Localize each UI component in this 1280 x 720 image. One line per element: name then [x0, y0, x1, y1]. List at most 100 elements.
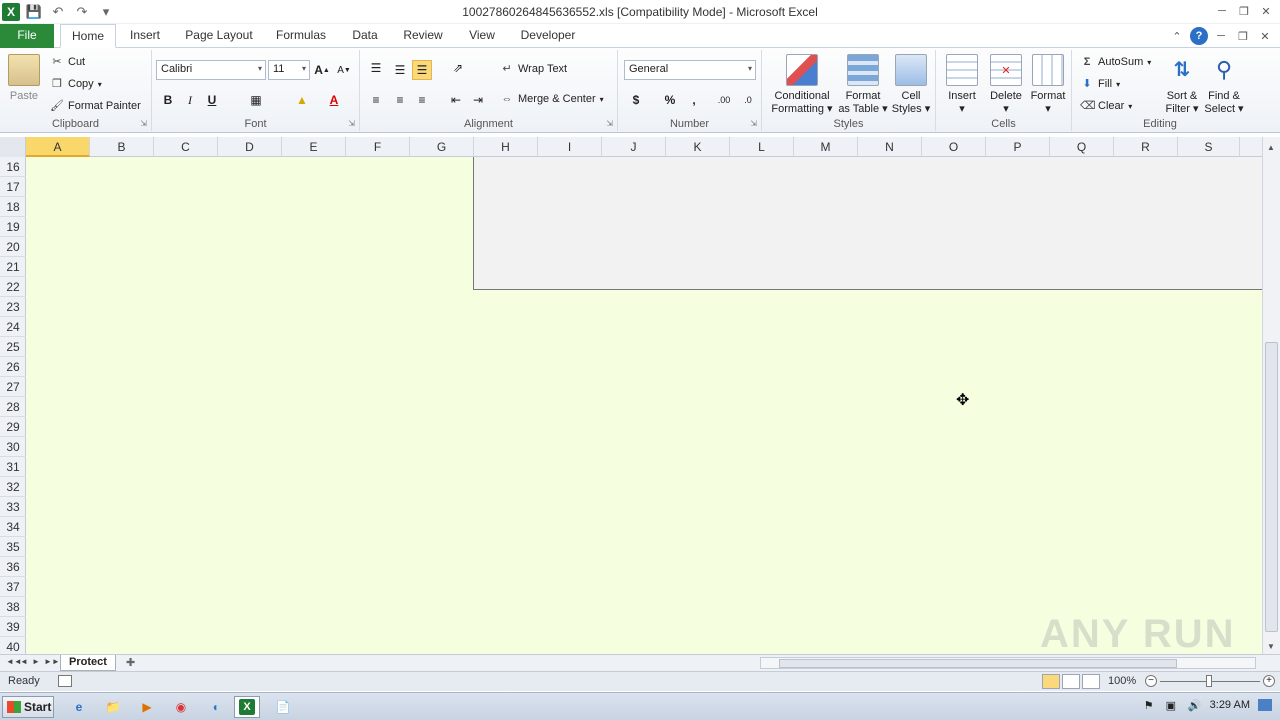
align-bottom-icon[interactable]: ☰: [412, 60, 432, 80]
scroll-up-icon[interactable]: ▲: [1267, 143, 1275, 152]
vertical-scroll-thumb[interactable]: [1265, 342, 1278, 632]
bold-button[interactable]: B: [158, 90, 178, 110]
row-header[interactable]: 22: [0, 277, 26, 297]
align-left-icon[interactable]: ≡: [366, 90, 386, 110]
align-top-icon[interactable]: ☰: [366, 58, 386, 78]
excel-taskbar-icon[interactable]: X: [234, 696, 260, 718]
format-cells-button[interactable]: Format ▾: [1026, 54, 1070, 116]
align-middle-icon[interactable]: ☰: [390, 60, 410, 80]
find-select-button[interactable]: ⚲ Find & Select ▾: [1202, 54, 1246, 116]
vertical-scrollbar[interactable]: ▲ ▼: [1262, 137, 1280, 654]
cell-styles-button[interactable]: Cell Styles ▾: [890, 54, 932, 116]
start-button[interactable]: Start: [2, 696, 54, 718]
comma-button[interactable]: ,: [684, 90, 704, 110]
minimize-icon[interactable]: ─: [1212, 2, 1232, 20]
borders-icon[interactable]: ▦: [246, 90, 266, 110]
cut-button[interactable]: ✂ Cut: [50, 55, 85, 69]
last-sheet-icon[interactable]: ►►: [44, 657, 60, 666]
volume-icon[interactable]: 🔊: [1188, 699, 1202, 712]
clock[interactable]: 3:29 AM: [1210, 699, 1250, 711]
row-header[interactable]: 24: [0, 317, 26, 337]
row-header[interactable]: 17: [0, 177, 26, 197]
font-size-select[interactable]: 11 ▾: [268, 60, 310, 80]
workbook-minimize-icon[interactable]: ─: [1212, 27, 1230, 45]
column-header-l[interactable]: L: [730, 137, 794, 157]
row-header[interactable]: 34: [0, 517, 26, 537]
row-header[interactable]: 37: [0, 577, 26, 597]
select-all-corner[interactable]: [0, 137, 26, 157]
row-header[interactable]: 18: [0, 197, 26, 217]
decrease-decimal-icon[interactable]: .0: [738, 90, 758, 110]
row-header[interactable]: 28: [0, 397, 26, 417]
scroll-down-icon[interactable]: ▼: [1267, 642, 1275, 651]
tab-home[interactable]: Home: [60, 24, 116, 48]
fill-button[interactable]: ⬇ Fill ▾: [1080, 77, 1120, 91]
column-header-f[interactable]: F: [346, 137, 410, 157]
workbook-close-icon[interactable]: ✕: [1256, 27, 1274, 45]
column-header-i[interactable]: I: [538, 137, 602, 157]
orientation-icon[interactable]: ⇗: [448, 58, 468, 78]
sort-filter-button[interactable]: ⇅ Sort & Filter ▾: [1160, 54, 1204, 116]
row-header[interactable]: 19: [0, 217, 26, 237]
insert-cells-button[interactable]: Insert ▾: [940, 54, 984, 116]
increase-decimal-icon[interactable]: .00: [714, 90, 734, 110]
tab-file[interactable]: File: [0, 24, 54, 48]
embedded-panel[interactable]: [473, 157, 1262, 290]
zoom-out-icon[interactable]: −: [1145, 675, 1157, 687]
merge-center-button[interactable]: ⇔ Merge & Center ▾: [500, 92, 604, 106]
next-sheet-icon[interactable]: ►: [32, 657, 40, 666]
column-header-r[interactable]: R: [1114, 137, 1178, 157]
workbook-restore-icon[interactable]: ❐: [1234, 27, 1252, 45]
row-header[interactable]: 27: [0, 377, 26, 397]
tab-view[interactable]: View: [462, 24, 502, 48]
tab-data[interactable]: Data: [344, 24, 386, 48]
font-launcher-icon[interactable]: ⇲: [348, 119, 355, 128]
row-header[interactable]: 23: [0, 297, 26, 317]
sheet-tab-protect[interactable]: Protect: [60, 655, 116, 671]
percent-button[interactable]: %: [660, 90, 680, 110]
restore-icon[interactable]: ❐: [1234, 2, 1254, 20]
row-header[interactable]: 38: [0, 597, 26, 617]
normal-view-icon[interactable]: [1042, 674, 1060, 689]
ie-icon[interactable]: e: [66, 696, 92, 718]
prev-sheet-icon[interactable]: ◄: [20, 657, 28, 666]
row-header[interactable]: 26: [0, 357, 26, 377]
tab-page-layout[interactable]: Page Layout: [180, 24, 258, 48]
column-header-g[interactable]: G: [410, 137, 474, 157]
row-header[interactable]: 25: [0, 337, 26, 357]
column-header-d[interactable]: D: [218, 137, 282, 157]
format-as-table-button[interactable]: Format as Table ▾: [838, 54, 888, 116]
edge-icon[interactable]: ◖: [202, 696, 228, 718]
currency-button[interactable]: $: [626, 90, 646, 110]
row-header[interactable]: 29: [0, 417, 26, 437]
conditional-formatting-button[interactable]: Conditional Formatting ▾: [766, 54, 838, 116]
insert-sheet-icon[interactable]: ✚: [126, 656, 135, 669]
format-painter-button[interactable]: 🖌 Format Painter: [50, 99, 141, 113]
grow-font-button[interactable]: A ▲: [312, 60, 332, 80]
help-icon[interactable]: ?: [1190, 27, 1208, 45]
zoom-in-icon[interactable]: +: [1263, 675, 1275, 687]
row-header[interactable]: 35: [0, 537, 26, 557]
clear-button[interactable]: ⌫ Clear ▾: [1080, 99, 1132, 113]
column-header-b[interactable]: B: [90, 137, 154, 157]
chrome-icon[interactable]: ◉: [168, 696, 194, 718]
clipboard-launcher-icon[interactable]: ⇲: [140, 119, 147, 128]
row-header[interactable]: 32: [0, 477, 26, 497]
tab-developer[interactable]: Developer: [512, 24, 584, 48]
increase-indent-icon[interactable]: ⇥: [468, 90, 488, 110]
column-header-s[interactable]: S: [1178, 137, 1240, 157]
column-header-n[interactable]: N: [858, 137, 922, 157]
notepad-icon[interactable]: 📄: [270, 696, 296, 718]
shrink-font-button[interactable]: A ▼: [334, 60, 354, 80]
close-icon[interactable]: ✕: [1256, 2, 1276, 20]
row-header[interactable]: 36: [0, 557, 26, 577]
font-name-select[interactable]: Calibri ▾: [156, 60, 266, 80]
copy-button[interactable]: ❐ Copy ▾: [50, 77, 102, 91]
autosum-button[interactable]: Σ AutoSum ▾: [1080, 55, 1152, 69]
row-header[interactable]: 16: [0, 157, 26, 177]
row-header[interactable]: 33: [0, 497, 26, 517]
column-header-h[interactable]: H: [474, 137, 538, 157]
page-layout-view-icon[interactable]: [1062, 674, 1080, 689]
horizontal-scrollbar[interactable]: [760, 657, 1256, 669]
italic-button[interactable]: I: [180, 90, 200, 110]
